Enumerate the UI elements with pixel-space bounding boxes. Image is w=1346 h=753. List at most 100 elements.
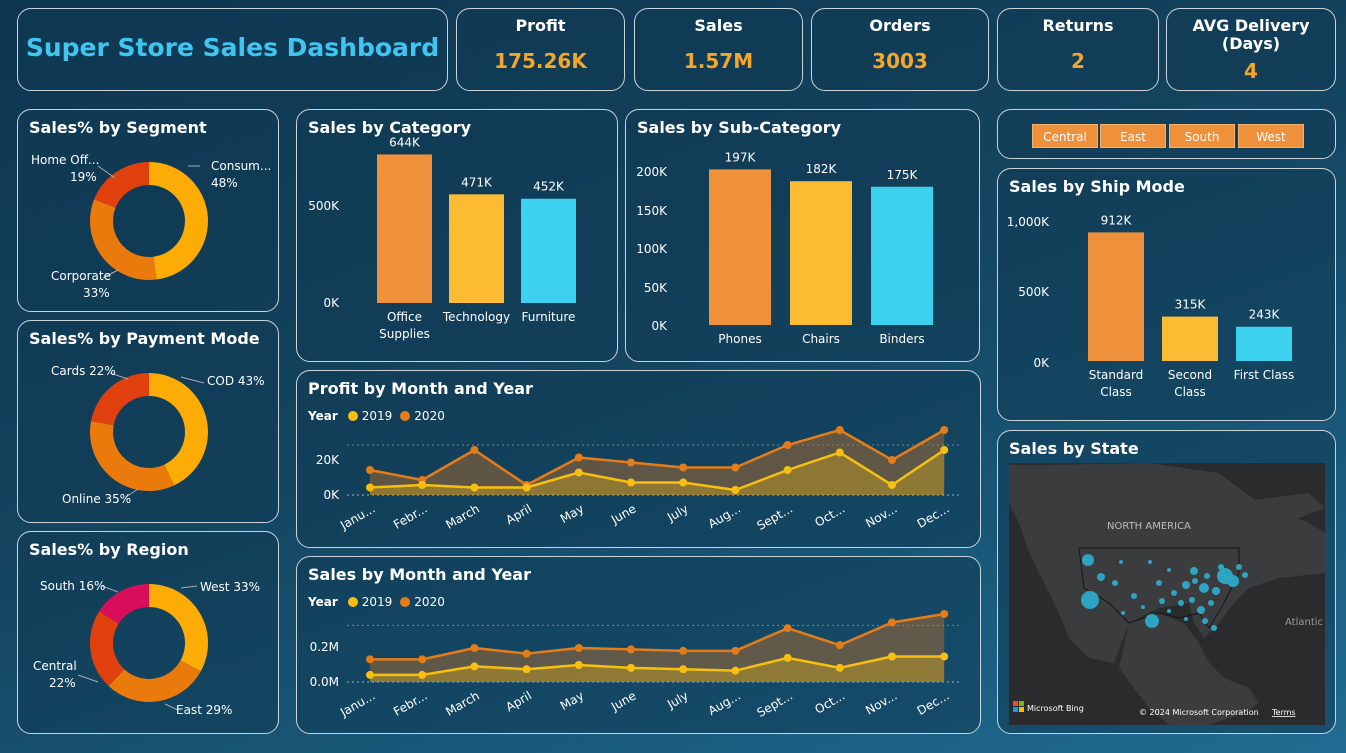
data-point[interactable] <box>470 662 479 671</box>
data-point[interactable] <box>574 453 583 462</box>
bar[interactable] <box>871 186 933 325</box>
data-point[interactable] <box>679 478 688 487</box>
subcategory-bar-card[interactable]: Sales by Sub-Category 200K 150K 100K 50K… <box>625 109 980 362</box>
x-category-label: Chairs <box>802 332 840 346</box>
bing-logo-square <box>1019 701 1024 706</box>
data-point[interactable] <box>731 666 740 675</box>
slicer-button-west[interactable]: West <box>1238 124 1304 148</box>
bar[interactable] <box>1162 316 1218 361</box>
x-tick: March <box>443 501 482 531</box>
data-point[interactable] <box>522 665 531 674</box>
category-bar-svg: 500K 0K 644K Office Supplies 471K Technology… <box>308 135 576 341</box>
data-point[interactable] <box>366 483 374 492</box>
bar[interactable] <box>377 154 432 303</box>
data-point[interactable] <box>940 652 949 661</box>
map-terms-link[interactable]: Terms <box>1271 708 1296 717</box>
data-point[interactable] <box>366 466 374 474</box>
bar[interactable] <box>1088 232 1144 361</box>
bar[interactable] <box>449 194 504 303</box>
y-tick: 0.0M <box>310 675 339 689</box>
data-point[interactable] <box>835 426 844 434</box>
donut-slice[interactable] <box>90 199 157 280</box>
kpi-avg-delivery[interactable]: AVG Delivery (Days) 4 <box>1166 8 1336 91</box>
slicer-button-south[interactable]: South <box>1169 124 1235 148</box>
data-point[interactable] <box>470 644 479 652</box>
y-tick: 0.2M <box>310 640 339 654</box>
kpi-returns[interactable]: Returns 2 <box>997 8 1159 91</box>
data-point[interactable] <box>366 670 374 679</box>
data-point[interactable] <box>940 446 949 454</box>
x-tick: March <box>443 688 482 718</box>
data-point[interactable] <box>627 478 635 487</box>
data-point[interactable] <box>470 483 479 492</box>
category-bar-card[interactable]: Sales by Category 500K 0K 644K Office Supp… <box>296 109 618 362</box>
data-point[interactable] <box>731 486 740 494</box>
data-point[interactable] <box>574 661 583 669</box>
data-point[interactable] <box>835 641 844 650</box>
x-tick: Sept... <box>755 501 796 533</box>
data-point[interactable] <box>888 652 896 661</box>
x-category-label: Supplies <box>379 327 430 341</box>
profit-trend-card[interactable]: Profit by Month and Year Year 2019 2020 … <box>296 370 981 548</box>
sales-trend-card[interactable]: Sales by Month and Year Year 2019 2020 0… <box>296 556 981 734</box>
data-point[interactable] <box>835 448 844 457</box>
donut-slice[interactable] <box>149 584 208 672</box>
data-point[interactable] <box>418 655 427 664</box>
donut-slice[interactable] <box>90 420 175 491</box>
bar[interactable] <box>1236 326 1292 361</box>
bar[interactable] <box>521 198 576 303</box>
bar-value-label: 175K <box>887 168 919 182</box>
bar-value-label: 471K <box>461 175 493 189</box>
data-point[interactable] <box>888 481 896 489</box>
x-category-label: Binders <box>879 332 924 346</box>
region-donut-card[interactable]: Sales% by Region West 33% South 16% Cent… <box>17 531 279 734</box>
data-point[interactable] <box>783 653 792 662</box>
data-point[interactable] <box>366 655 374 664</box>
data-point[interactable] <box>940 426 949 434</box>
data-point[interactable] <box>574 644 583 652</box>
donut-slice[interactable] <box>108 660 201 702</box>
kpi-label: Sales <box>694 16 743 35</box>
kpi-profit[interactable]: Profit 175.26K <box>456 8 625 91</box>
data-point[interactable] <box>888 456 896 464</box>
data-point[interactable] <box>679 646 688 655</box>
bar[interactable] <box>709 169 771 325</box>
data-point[interactable] <box>888 618 896 627</box>
kpi-sales[interactable]: Sales 1.57M <box>634 8 803 91</box>
data-point[interactable] <box>783 624 792 633</box>
data-point[interactable] <box>940 610 949 618</box>
segment-donut-card[interactable]: Sales% by Segment Consum... 48% Home Off… <box>17 109 279 312</box>
kpi-value: 4 <box>1244 59 1258 83</box>
data-point[interactable] <box>522 649 531 658</box>
data-point[interactable] <box>418 670 427 679</box>
data-point[interactable] <box>627 663 635 672</box>
data-point[interactable] <box>731 646 740 655</box>
data-point[interactable] <box>418 481 427 489</box>
data-point[interactable] <box>783 441 792 449</box>
x-tick: Dec... <box>915 688 952 717</box>
state-map-card[interactable]: Sales by State NORTH AMERICA Atlantic Mi… <box>997 430 1336 734</box>
data-point[interactable] <box>835 663 844 672</box>
donut-slice[interactable] <box>149 162 209 280</box>
data-point[interactable] <box>522 483 531 492</box>
bar[interactable] <box>790 181 852 325</box>
data-point[interactable] <box>679 665 688 674</box>
donut-slice[interactable] <box>91 373 149 426</box>
data-point[interactable] <box>783 466 792 474</box>
x-tick: May <box>558 688 586 713</box>
payment-donut-card[interactable]: Sales% by Payment Mode COD 43% Cards 22%… <box>17 320 279 523</box>
data-point[interactable] <box>470 446 479 454</box>
map-canvas[interactable]: NORTH AMERICA Atlantic Microsoft Bing © … <box>1009 463 1325 725</box>
data-point[interactable] <box>627 458 635 467</box>
slicer-button-central[interactable]: Central <box>1032 124 1098 148</box>
leader-line <box>180 376 205 384</box>
chart-title: Sales by State <box>1009 439 1139 458</box>
data-point[interactable] <box>627 645 635 654</box>
kpi-orders[interactable]: Orders 3003 <box>811 8 989 91</box>
data-point[interactable] <box>731 463 740 472</box>
slicer-button-east[interactable]: East <box>1100 124 1166 148</box>
y-tick: 200K <box>636 165 668 179</box>
data-point[interactable] <box>679 463 688 472</box>
shipmode-bar-card[interactable]: Sales by Ship Mode 1,000K 500K 0K 912K St… <box>997 168 1336 421</box>
data-point[interactable] <box>574 468 583 477</box>
